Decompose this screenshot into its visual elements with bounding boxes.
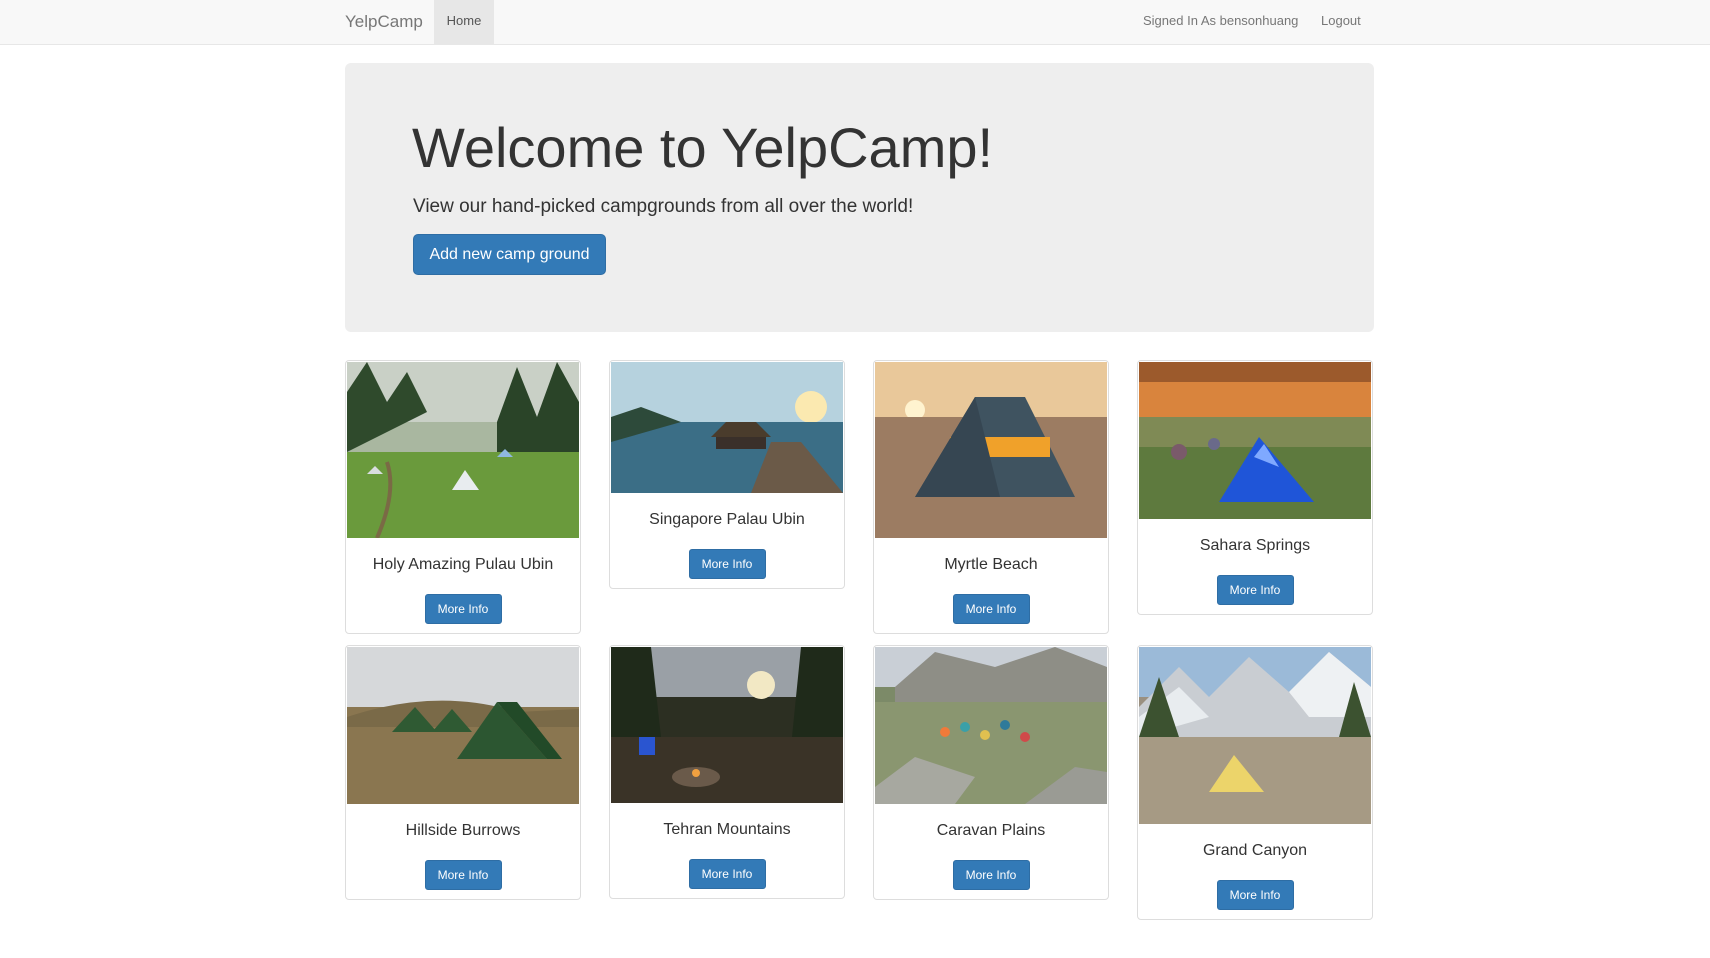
campground-image: [611, 647, 843, 803]
logout-link[interactable]: Logout: [1321, 0, 1361, 44]
campground-card: Singapore Palau Ubin More Info: [609, 360, 845, 589]
signed-in-user-link[interactable]: Signed In As bensonhuang: [1143, 0, 1298, 44]
campground-card: Hillside Burrows More Info: [345, 645, 581, 900]
campground-card: Caravan Plains More Info: [873, 645, 1109, 900]
page-subtitle: View our hand-picked campgrounds from al…: [413, 196, 914, 217]
campground-image: [875, 647, 1107, 804]
more-info-button[interactable]: More Info: [952, 594, 1030, 624]
campground-name: Tehran Mountains: [663, 821, 791, 838]
campground-image: [347, 362, 579, 538]
campground-image: [875, 362, 1107, 538]
brand-link[interactable]: YelpCamp: [345, 0, 423, 44]
campground-name: Holy Amazing Pulau Ubin: [372, 556, 554, 573]
campground-image: [611, 362, 843, 493]
campground-card: Sahara Springs More Info: [1137, 360, 1373, 615]
more-info-button[interactable]: More Info: [1216, 880, 1294, 910]
page-title: Welcome to YelpCamp!: [412, 116, 994, 179]
campground-name: Singapore Palau Ubin: [649, 511, 805, 528]
more-info-button[interactable]: More Info: [1216, 575, 1294, 605]
add-campground-button[interactable]: Add new camp ground: [413, 234, 606, 275]
more-info-button[interactable]: More Info: [424, 860, 502, 890]
campground-name: Sahara Springs: [1199, 537, 1311, 554]
more-info-button[interactable]: More Info: [688, 859, 766, 889]
more-info-button[interactable]: More Info: [952, 860, 1030, 890]
jumbotron: Welcome to YelpCamp! View our hand-picke…: [345, 63, 1374, 332]
campground-card: Grand Canyon More Info: [1137, 645, 1373, 920]
campground-name: Grand Canyon: [1202, 842, 1308, 859]
campground-name: Myrtle Beach: [944, 556, 1038, 573]
navbar: YelpCamp Home Signed In As bensonhuang L…: [0, 0, 1710, 45]
campground-card: Holy Amazing Pulau Ubin More Info: [345, 360, 581, 634]
campground-card: Myrtle Beach More Info: [873, 360, 1109, 634]
campground-card: Tehran Mountains More Info: [609, 645, 845, 899]
more-info-button[interactable]: More Info: [688, 549, 766, 579]
more-info-button[interactable]: More Info: [424, 594, 502, 624]
campground-image: [1139, 362, 1371, 519]
campground-image: [347, 647, 579, 804]
campground-image: [1139, 647, 1371, 824]
nav-home-link[interactable]: Home: [434, 0, 494, 44]
campground-name: Caravan Plains: [936, 822, 1046, 839]
campground-name: Hillside Burrows: [405, 822, 521, 839]
